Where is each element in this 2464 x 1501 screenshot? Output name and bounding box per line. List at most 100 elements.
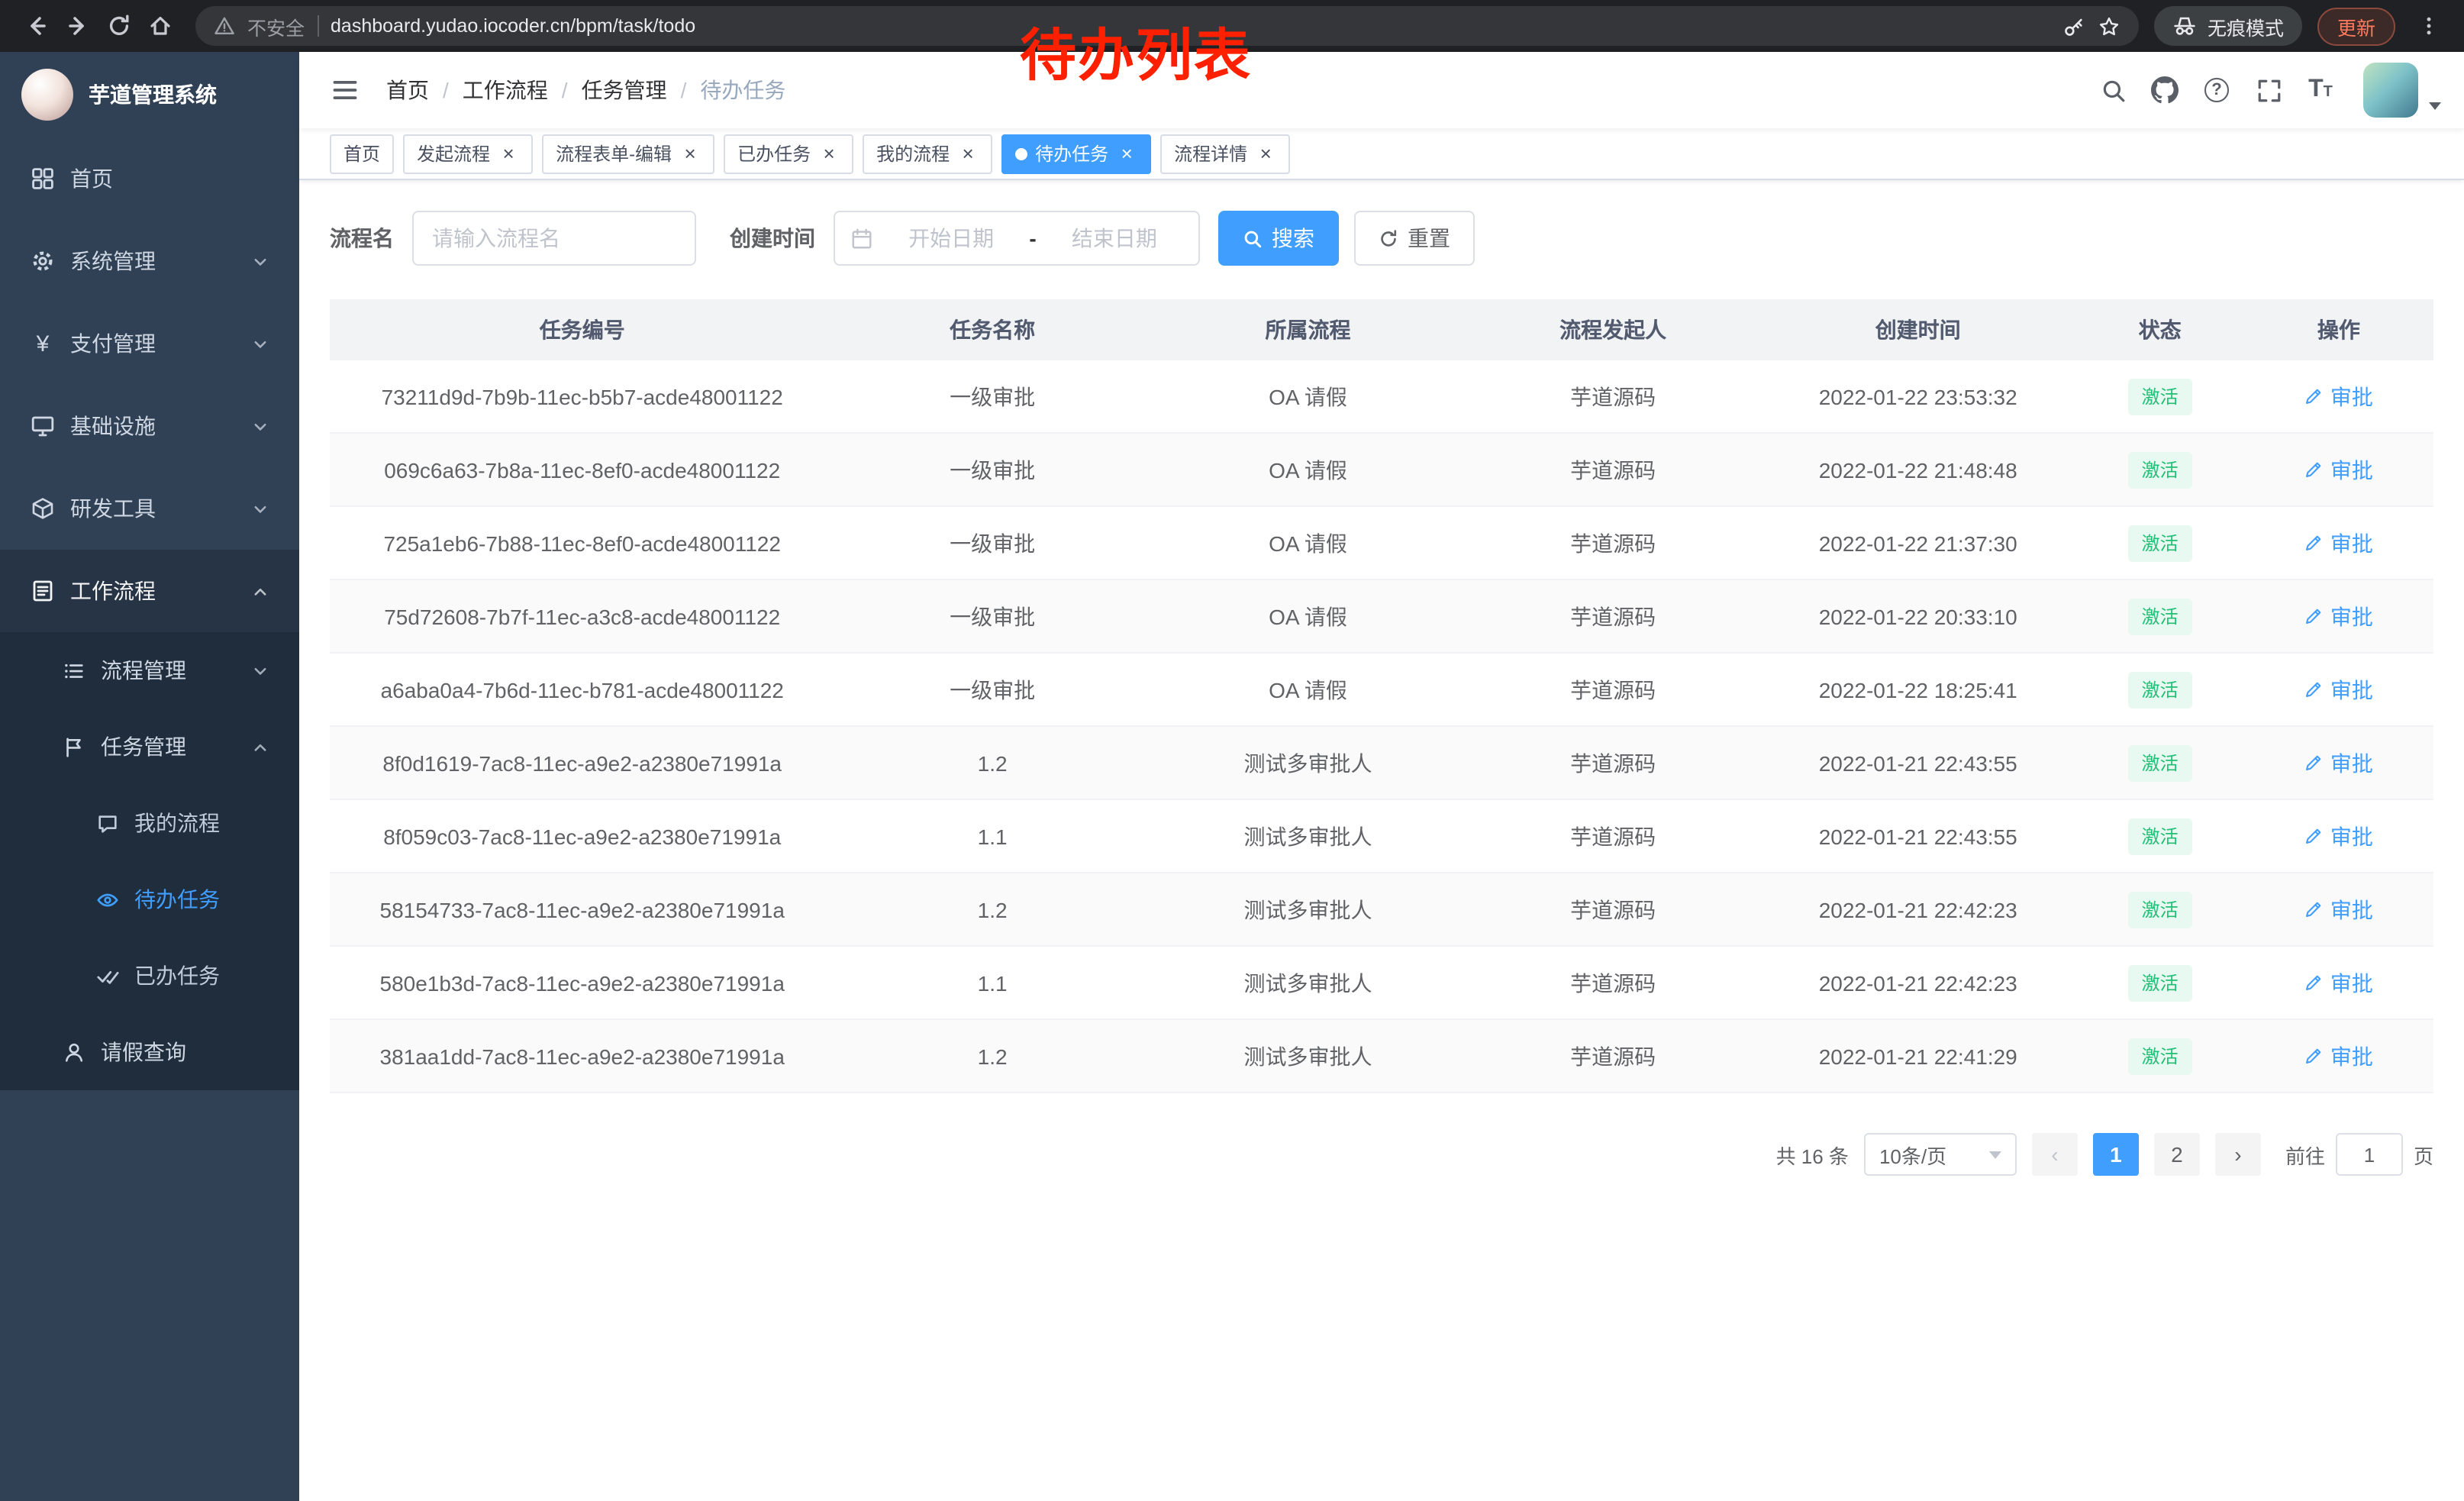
tab-my-process[interactable]: 我的流程× <box>863 134 992 173</box>
sidebar-item-home[interactable]: 首页 <box>0 137 299 220</box>
key-icon[interactable] <box>2062 15 2085 37</box>
approve-link[interactable]: 审批 <box>2304 454 2373 485</box>
close-icon[interactable]: × <box>818 143 840 164</box>
edit-icon <box>2304 753 2324 773</box>
goto-page-input[interactable] <box>2336 1133 2403 1176</box>
sidebar-item-payment[interactable]: ¥ 支付管理 <box>0 302 299 385</box>
sidebar-item-process-management[interactable]: 流程管理 <box>0 632 299 709</box>
status-badge: 激活 <box>2128 744 2192 781</box>
cell-status: 激活 <box>2075 525 2243 561</box>
sidebar-item-my-process[interactable]: 我的流程 <box>0 785 299 861</box>
cell-status: 激活 <box>2075 1038 2243 1074</box>
cell-create-time: 2022-01-21 22:43:55 <box>1760 750 2075 775</box>
breadcrumb-task-management[interactable]: 任务管理 <box>582 75 667 105</box>
status-badge: 激活 <box>2128 525 2192 561</box>
cell-process: OA 请假 <box>1150 601 1466 631</box>
browser-chrome: 不安全 dashboard.yudao.iocoder.cn/bpm/task/… <box>0 0 2464 52</box>
tab-form-edit[interactable]: 流程表单-编辑× <box>542 134 714 173</box>
incognito-icon <box>2172 14 2197 38</box>
sidebar-item-infrastructure[interactable]: 基础设施 <box>0 385 299 467</box>
approve-link[interactable]: 审批 <box>2304 601 2373 631</box>
update-button[interactable]: 更新 <box>2317 7 2395 45</box>
sidebar-item-todo-task[interactable]: 待办任务 <box>0 861 299 938</box>
approve-link[interactable]: 审批 <box>2304 967 2373 998</box>
cell-action: 审批 <box>2244 894 2433 925</box>
chevron-down-icon <box>252 253 269 270</box>
approve-link[interactable]: 审批 <box>2304 821 2373 851</box>
tab-todo-task[interactable]: 待办任务× <box>1001 134 1151 173</box>
process-name-input[interactable] <box>412 211 696 266</box>
approve-link[interactable]: 审批 <box>2304 381 2373 412</box>
close-icon[interactable]: × <box>1255 143 1276 164</box>
status-badge: 激活 <box>2128 378 2192 415</box>
breadcrumb-workflow[interactable]: 工作流程 <box>463 75 548 105</box>
chevron-down-icon <box>252 418 269 434</box>
active-dot <box>1015 147 1027 160</box>
close-icon[interactable]: × <box>498 143 519 164</box>
font-size-icon[interactable]: TT <box>2296 66 2345 115</box>
sidebar: 芋道管理系统 首页 系统管理 ¥ 支付管理 基础设施 <box>0 52 299 1501</box>
date-range-picker[interactable]: 开始日期 - 结束日期 <box>834 211 1200 266</box>
browser-menu-icon[interactable] <box>2408 5 2449 47</box>
github-icon[interactable] <box>2140 66 2189 115</box>
browser-forward-icon[interactable] <box>56 5 98 47</box>
cell-task-name: 一级审批 <box>834 381 1150 412</box>
approve-link[interactable]: 审批 <box>2304 1041 2373 1071</box>
cell-create-time: 2022-01-21 22:42:23 <box>1760 897 2075 922</box>
cell-process: OA 请假 <box>1150 674 1466 705</box>
sidebar-item-devtools[interactable]: 研发工具 <box>0 467 299 550</box>
browser-back-icon[interactable] <box>15 5 56 47</box>
tab-process-detail[interactable]: 流程详情× <box>1160 134 1290 173</box>
table-row: 8f0d1619-7ac8-11ec-a9e2-a2380e71991a 1.2… <box>330 727 2433 800</box>
collapse-sidebar-icon[interactable] <box>322 67 368 113</box>
approve-link[interactable]: 审批 <box>2304 747 2373 778</box>
browser-home-icon[interactable] <box>139 5 180 47</box>
cell-task-name: 1.2 <box>834 897 1150 922</box>
help-icon[interactable]: ? <box>2192 66 2241 115</box>
tab-start-process[interactable]: 发起流程× <box>403 134 533 173</box>
cell-task-id: 58154733-7ac8-11ec-a9e2-a2380e71991a <box>330 897 834 922</box>
next-page-button[interactable]: › <box>2215 1133 2261 1176</box>
monitor-icon <box>31 414 55 438</box>
search-button[interactable]: 搜索 <box>1218 211 1339 266</box>
status-badge: 激活 <box>2128 891 2192 928</box>
address-bar[interactable]: 不安全 dashboard.yudao.iocoder.cn/bpm/task/… <box>195 6 2139 46</box>
page-button-1[interactable]: 1 <box>2093 1133 2139 1176</box>
sidebar-item-workflow[interactable]: 工作流程 <box>0 550 299 632</box>
search-icon[interactable] <box>2088 66 2137 115</box>
user-avatar[interactable] <box>2363 63 2418 118</box>
breadcrumb-home[interactable]: 首页 <box>386 75 429 105</box>
avatar-caret-icon[interactable] <box>2429 102 2441 110</box>
refresh-icon <box>1379 228 1398 248</box>
sidebar-item-system[interactable]: 系统管理 <box>0 220 299 302</box>
cell-create-time: 2022-01-21 22:43:55 <box>1760 824 2075 848</box>
app-logo[interactable]: 芋道管理系统 <box>0 52 299 137</box>
sidebar-item-done-task[interactable]: 已办任务 <box>0 938 299 1014</box>
prev-page-button[interactable]: ‹ <box>2032 1133 2078 1176</box>
approve-link[interactable]: 审批 <box>2304 674 2373 705</box>
cell-action: 审批 <box>2244 1041 2433 1071</box>
process-name-label: 流程名 <box>330 223 394 253</box>
warning-icon <box>214 15 235 37</box>
close-icon[interactable]: × <box>679 143 701 164</box>
sidebar-item-task-management[interactable]: 任务管理 <box>0 709 299 785</box>
cell-action: 审批 <box>2244 674 2433 705</box>
fullscreen-icon[interactable] <box>2244 66 2293 115</box>
cell-task-id: 8f0d1619-7ac8-11ec-a9e2-a2380e71991a <box>330 750 834 775</box>
approve-link[interactable]: 审批 <box>2304 894 2373 925</box>
page-size-select[interactable]: 10条/页 <box>1864 1133 2017 1176</box>
status-badge: 激活 <box>2128 1038 2192 1074</box>
tab-done-task[interactable]: 已办任务× <box>724 134 853 173</box>
bookmark-star-icon[interactable] <box>2098 15 2121 37</box>
browser-reload-icon[interactable] <box>98 5 139 47</box>
cell-task-name: 1.1 <box>834 970 1150 995</box>
table-body: 73211d9d-7b9b-11ec-b5b7-acde48001122 一级审… <box>330 360 2433 1093</box>
reset-button[interactable]: 重置 <box>1354 211 1475 266</box>
close-icon[interactable]: × <box>957 143 979 164</box>
sidebar-item-leave-query[interactable]: 请假查询 <box>0 1014 299 1090</box>
status-badge: 激活 <box>2128 598 2192 634</box>
approve-link[interactable]: 审批 <box>2304 528 2373 558</box>
close-icon[interactable]: × <box>1116 143 1137 164</box>
page-button-2[interactable]: 2 <box>2154 1133 2200 1176</box>
tab-home[interactable]: 首页 <box>330 134 394 173</box>
